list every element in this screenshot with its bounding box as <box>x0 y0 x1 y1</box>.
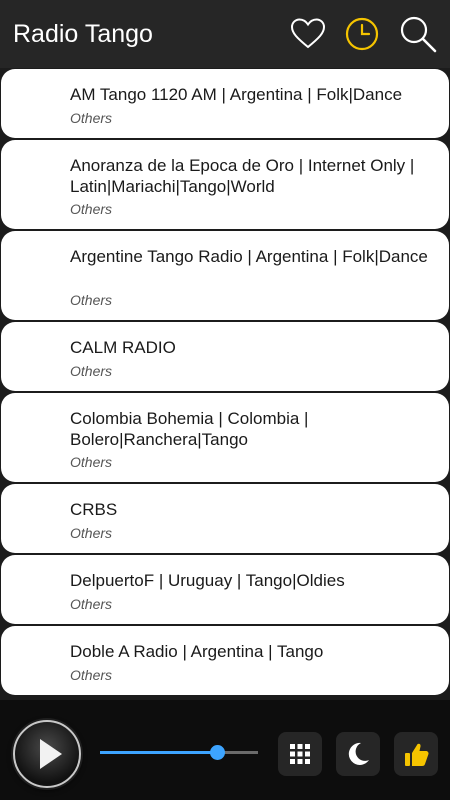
station-subtitle: Others <box>70 292 113 308</box>
station-subtitle: Others <box>70 110 113 126</box>
station-title: AM Tango 1120 AM | Argentina | Folk|Danc… <box>70 85 403 104</box>
station-item[interactable]: DelpuertoF | Uruguay | Tango|Oldies Othe… <box>1 555 449 624</box>
station-list[interactable]: AM Tango 1120 AM | Argentina | Folk|Danc… <box>0 68 450 700</box>
station-subtitle: Others <box>70 363 113 379</box>
station-subtitle: Others <box>70 525 113 541</box>
station-subtitle: Others <box>70 596 113 612</box>
station-title: Doble A Radio | Argentina | Tango <box>70 642 324 661</box>
station-item[interactable]: Anoranza de la Epoca de Oro | Internet O… <box>1 140 449 229</box>
rate-button[interactable] <box>394 732 438 776</box>
station-item[interactable]: Argentine Tango Radio | Argentina | Folk… <box>1 231 449 320</box>
night-mode-button[interactable] <box>336 732 380 776</box>
station-item[interactable]: AM Tango 1120 AM | Argentina | Folk|Danc… <box>1 69 449 138</box>
play-button[interactable] <box>13 720 81 788</box>
volume-fill <box>100 751 217 754</box>
volume-slider[interactable] <box>100 745 258 760</box>
station-title: Anoranza de la Epoca de Oro | Internet O… <box>70 156 415 196</box>
station-title: CRBS <box>70 500 118 519</box>
station-item[interactable]: Doble A Radio | Argentina | Tango Others <box>1 626 449 695</box>
station-title: DelpuertoF | Uruguay | Tango|Oldies <box>70 571 345 590</box>
station-item[interactable]: Colombia Bohemia | Colombia | Bolero|Ran… <box>1 393 449 482</box>
station-subtitle: Others <box>70 201 113 217</box>
station-title: Colombia Bohemia | Colombia | Bolero|Ran… <box>70 409 309 449</box>
clock-icon[interactable] <box>342 14 382 54</box>
station-subtitle: Others <box>70 454 113 470</box>
search-icon[interactable] <box>397 14 437 54</box>
station-item[interactable]: CALM RADIO Others <box>1 322 449 391</box>
heart-icon[interactable] <box>288 14 328 54</box>
moon-icon <box>348 742 369 765</box>
thumbs-up-icon <box>405 743 429 766</box>
app-title: Radio Tango <box>13 20 153 48</box>
grid-icon <box>290 744 310 764</box>
app-bar: Radio Tango <box>0 0 450 68</box>
grid-button[interactable] <box>278 732 322 776</box>
station-subtitle: Others <box>70 667 113 683</box>
play-icon <box>40 739 62 769</box>
player-bar <box>0 700 450 800</box>
station-title: CALM RADIO <box>70 338 176 357</box>
station-item[interactable]: CRBS Others <box>1 484 449 553</box>
volume-thumb[interactable] <box>209 745 225 760</box>
station-title: Argentine Tango Radio | Argentina | Folk… <box>70 247 428 266</box>
